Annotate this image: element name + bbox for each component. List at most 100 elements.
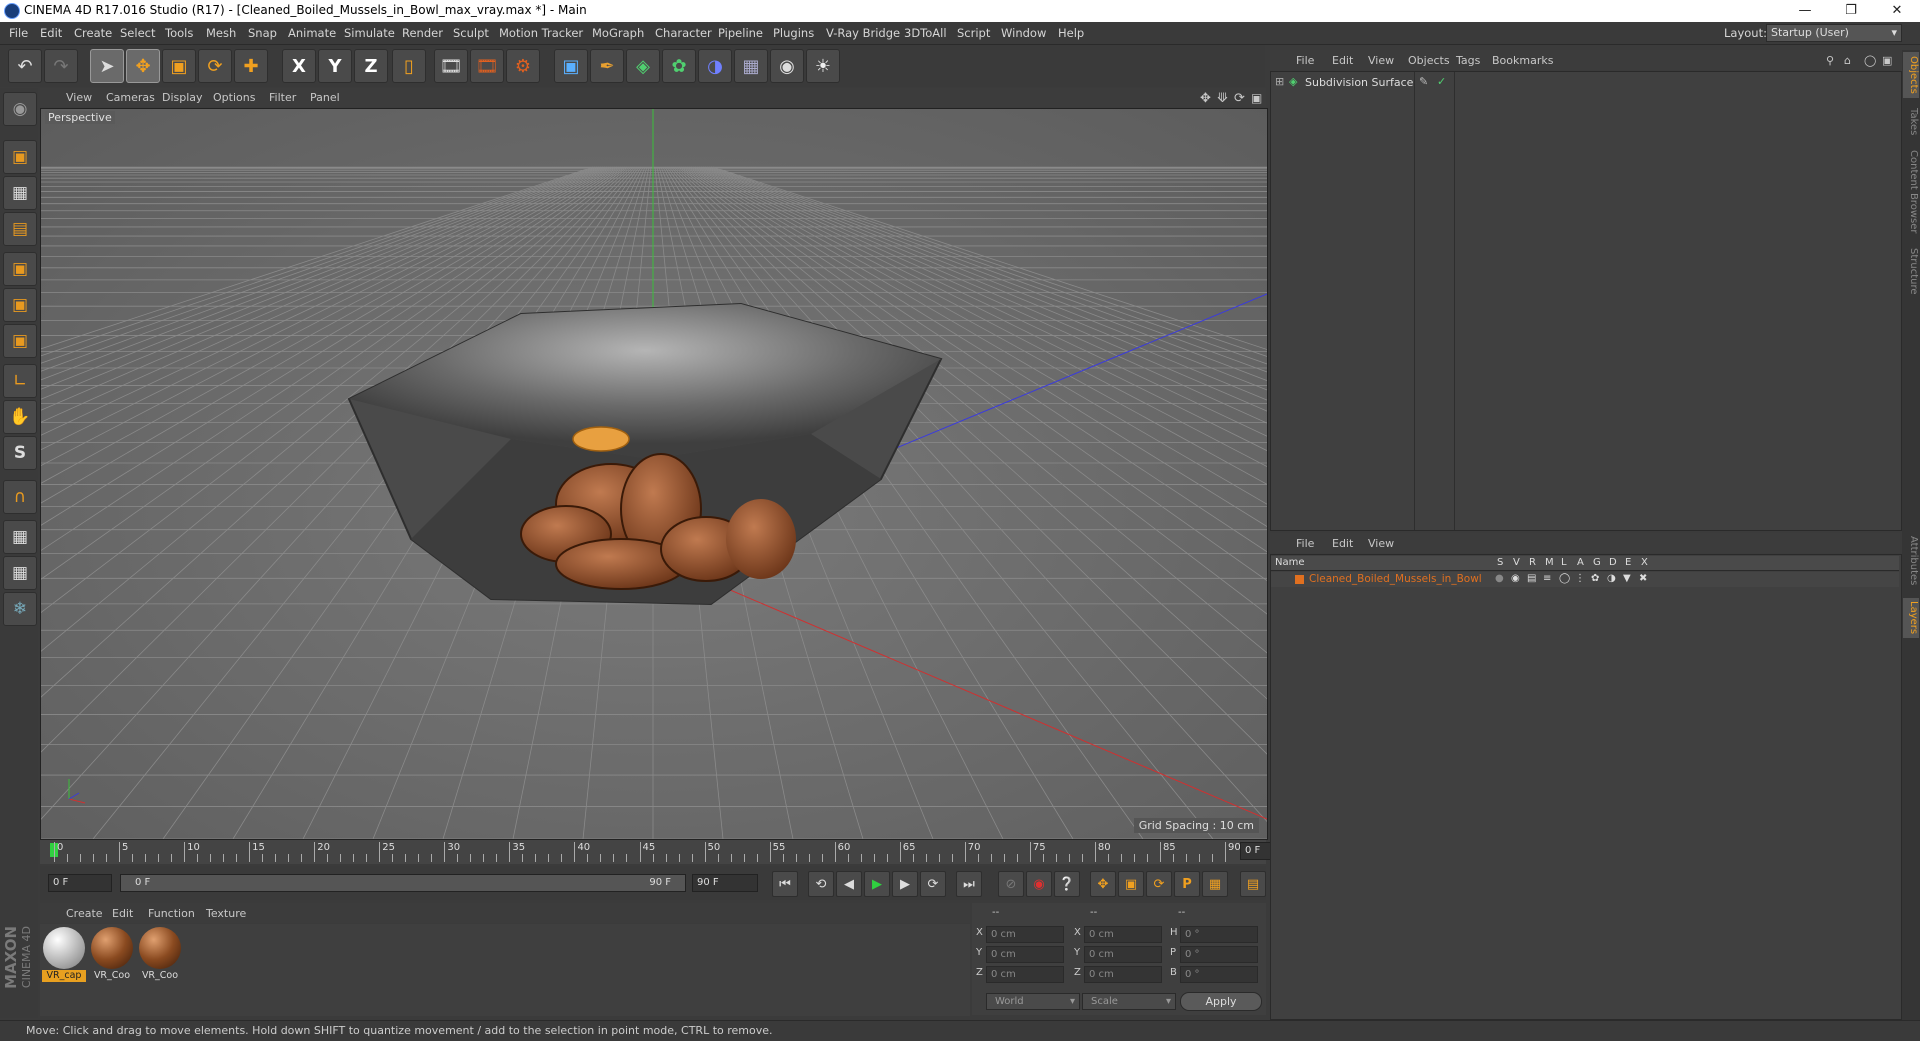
dolly-icon[interactable]: ⟱	[1217, 91, 1228, 106]
menu-window[interactable]: Window	[1001, 26, 1046, 40]
menu-mesh[interactable]: Mesh	[206, 26, 236, 40]
size-mode-dropdown[interactable]: Scale ▾	[1082, 993, 1176, 1010]
menu-3dtoall[interactable]: 3DToAll	[904, 26, 947, 40]
menu-create[interactable]: Create	[74, 26, 112, 40]
pen-spline-icon[interactable]: ✒	[590, 49, 624, 83]
viewport-menu-view[interactable]: View	[66, 91, 92, 104]
menu-pipeline[interactable]: Pipeline	[718, 26, 763, 40]
menu-plugins[interactable]: Plugins	[773, 26, 814, 40]
menu-help[interactable]: Help	[1058, 26, 1084, 40]
redo-icon[interactable]: ↷	[44, 49, 78, 83]
manager-toggle-icon[interactable]: ≡	[1543, 573, 1551, 584]
array-icon[interactable]: ✿	[662, 49, 696, 83]
tab-structure[interactable]: Structure	[1903, 244, 1919, 298]
move-icon[interactable]: ✥	[126, 49, 160, 83]
object-menu-file[interactable]: File	[1296, 54, 1314, 67]
render-view-icon[interactable]: 🎞	[434, 49, 468, 83]
render-picture-viewer-icon[interactable]: 🎞	[470, 49, 504, 83]
edit-tag-icon[interactable]: ✎	[1419, 75, 1428, 88]
search-icon[interactable]: ⚲	[1826, 54, 1834, 67]
solo-toggle-icon[interactable]: ●	[1495, 573, 1504, 584]
menu-edit[interactable]: Edit	[40, 26, 62, 40]
restore-icon[interactable]: ❐	[1828, 0, 1874, 22]
key-pla-icon[interactable]: ▦	[1202, 871, 1228, 897]
column-solo[interactable]: S	[1497, 557, 1503, 568]
z-axis-lock-icon[interactable]: Z	[354, 49, 388, 83]
material-menu-edit[interactable]: Edit	[112, 907, 133, 920]
rotation-h-field[interactable]: 0 °	[1180, 926, 1258, 943]
next-frame-icon[interactable]: ▶	[892, 871, 918, 897]
position-y-field[interactable]: 0 cm	[986, 946, 1064, 963]
tab-objects[interactable]: Objects	[1903, 52, 1919, 98]
layer-menu-edit[interactable]: Edit	[1332, 537, 1353, 550]
new-panel-icon[interactable]: ▣	[1882, 54, 1892, 67]
coordinate-system-icon[interactable]: ▯	[392, 49, 426, 83]
rotate-icon[interactable]: ⟳	[198, 49, 232, 83]
menu-file[interactable]: File	[9, 26, 28, 40]
workplane-icon[interactable]: ▤	[3, 212, 37, 246]
key-scale-icon[interactable]: ▣	[1118, 871, 1144, 897]
next-key-icon[interactable]: ⟳	[920, 871, 946, 897]
size-y-field[interactable]: 0 cm	[1084, 946, 1162, 963]
material-menu-texture[interactable]: Texture	[206, 907, 246, 920]
polygons-mode-icon[interactable]: ▣	[3, 324, 37, 358]
record-icon[interactable]: ◉	[1026, 871, 1052, 897]
column-view[interactable]: V	[1513, 557, 1520, 568]
position-z-field[interactable]: 0 cm	[986, 966, 1064, 983]
prev-frame-icon[interactable]: ◀	[836, 871, 862, 897]
perspective-viewport[interactable]: Perspective Grid Spacing : 10 cm	[40, 108, 1268, 840]
column-locked[interactable]: L	[1561, 557, 1567, 568]
cube-icon[interactable]: ▣	[554, 49, 588, 83]
column-expressions[interactable]: E	[1625, 557, 1631, 568]
light-icon[interactable]: ☀	[806, 49, 840, 83]
tab-takes[interactable]: Takes	[1903, 102, 1919, 142]
scale-icon[interactable]: ▣	[162, 49, 196, 83]
edges-mode-icon[interactable]: ▣	[3, 288, 37, 322]
edit-render-settings-icon[interactable]: ⚙	[506, 49, 540, 83]
viewport-menu-options[interactable]: Options	[213, 91, 255, 104]
axis-mode-icon[interactable]: ∟	[3, 364, 37, 398]
solo-mode-icon[interactable]: S	[3, 436, 37, 470]
key-param-icon[interactable]: P	[1174, 871, 1200, 897]
expression-toggle-icon[interactable]: ▼	[1623, 573, 1631, 584]
material-item[interactable]: VR_Coo	[138, 926, 182, 984]
viewport-camera-label[interactable]: Perspective	[45, 111, 115, 124]
rotation-b-field[interactable]: 0 °	[1180, 966, 1258, 983]
floor-icon[interactable]: ▦	[734, 49, 768, 83]
menu-vray-bridge[interactable]: V-Ray Bridge	[826, 26, 900, 40]
grid-snap-icon[interactable]: ▦	[3, 556, 37, 590]
start-frame-field[interactable]: 0 F	[48, 874, 112, 892]
view-toggle-icon[interactable]: ◉	[1511, 573, 1520, 584]
make-editable-icon[interactable]: ◉	[3, 92, 37, 126]
model-mode-icon[interactable]: ▣	[3, 140, 37, 174]
menu-animate[interactable]: Animate	[288, 26, 336, 40]
play-icon[interactable]: ▶	[864, 871, 890, 897]
live-selection-icon[interactable]: ➤	[90, 49, 124, 83]
layout-dropdown[interactable]: Startup (User) ▾	[1766, 24, 1902, 42]
object-menu-edit[interactable]: Edit	[1332, 54, 1353, 67]
viewport-menu-display[interactable]: Display	[162, 91, 203, 104]
expand-icon[interactable]: ⊞	[1275, 75, 1284, 88]
position-x-field[interactable]: 0 cm	[986, 926, 1064, 943]
menu-character[interactable]: Character	[655, 26, 712, 40]
column-animation[interactable]: A	[1577, 557, 1584, 568]
key-rotation-icon[interactable]: ⟳	[1146, 871, 1172, 897]
object-row[interactable]: ⊞ ◈ Subdivision Surface ✎ ✓	[1271, 74, 1899, 90]
tab-content-browser[interactable]: Content Browser	[1903, 146, 1919, 238]
material-menu-function[interactable]: Function	[148, 907, 195, 920]
enabled-check-icon[interactable]: ✓	[1437, 75, 1446, 88]
coord-mode-dropdown[interactable]: World ▾	[986, 993, 1080, 1010]
python-icon[interactable]: ❄	[3, 592, 37, 626]
material-item[interactable]: VR_cap	[42, 926, 86, 984]
maximize-icon[interactable]: ▣	[1251, 91, 1262, 105]
menu-tools[interactable]: Tools	[165, 26, 193, 40]
viewport-menu-cameras[interactable]: Cameras	[106, 91, 155, 104]
material-item[interactable]: VR_Coo	[90, 926, 134, 984]
snap-magnet-icon[interactable]: ∩	[3, 480, 37, 514]
y-axis-lock-icon[interactable]: Y	[318, 49, 352, 83]
render-toggle-icon[interactable]: ▤	[1527, 573, 1536, 584]
subdivision-surface-icon[interactable]: ◈	[626, 49, 660, 83]
menu-sculpt[interactable]: Sculpt	[453, 26, 489, 40]
goto-start-icon[interactable]: ⏮	[772, 871, 798, 897]
animation-toggle-icon[interactable]: ⋮	[1575, 573, 1585, 584]
